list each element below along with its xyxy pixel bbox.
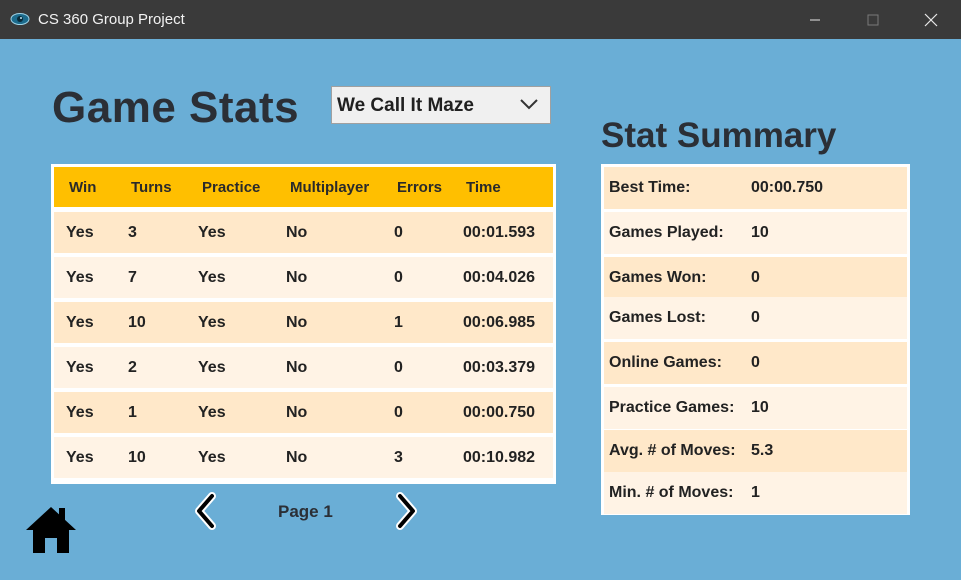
- cell-turns: 10: [128, 448, 146, 466]
- chevron-right-icon: [396, 492, 417, 530]
- cell-practice: Yes: [198, 448, 226, 466]
- cell-errors: 1: [394, 313, 403, 331]
- game-select-dropdown[interactable]: We Call It Maze: [331, 86, 551, 124]
- summary-label: Games Lost:: [609, 309, 706, 326]
- cell-errors: 0: [394, 268, 403, 286]
- header-practice: Practice: [202, 178, 261, 196]
- cell-errors: 0: [394, 403, 403, 421]
- table-row: Yes 10 Yes No 1 00:06.985: [54, 302, 553, 343]
- cell-win: Yes: [66, 313, 94, 331]
- cell-turns: 3: [128, 223, 137, 241]
- header-errors: Errors: [397, 178, 443, 196]
- summary-value: 1: [751, 484, 760, 501]
- summary-label: Games Won:: [609, 269, 707, 286]
- table-row: Yes 1 Yes No 0 00:00.750: [54, 392, 553, 433]
- cell-errors: 0: [394, 358, 403, 376]
- cell-multiplayer: No: [286, 403, 308, 421]
- summary-row-online-games: Online Games: 0: [604, 342, 907, 384]
- cell-time: 00:04.026: [463, 268, 536, 286]
- main-content: Game Stats We Call It Maze Win Turns Pra…: [0, 39, 961, 580]
- summary-row-min-moves: Min. # of Moves: 1: [604, 472, 907, 514]
- cell-time: 00:10.982: [463, 448, 536, 466]
- cell-turns: 7: [128, 268, 137, 286]
- summary-value: 00:00.750: [751, 179, 824, 196]
- summary-row-games-won: Games Won: 0: [604, 257, 907, 299]
- summary-label: Practice Games:: [609, 399, 735, 416]
- summary-row-practice-games: Practice Games: 10: [604, 387, 907, 429]
- cell-practice: Yes: [198, 268, 226, 286]
- game-select-value: We Call It Maze: [337, 95, 474, 116]
- home-icon: [26, 507, 76, 553]
- header-win: Win: [69, 178, 97, 196]
- cell-practice: Yes: [198, 358, 226, 376]
- cell-errors: 3: [394, 448, 403, 466]
- table-row: Yes 7 Yes No 0 00:04.026: [54, 257, 553, 298]
- cell-turns: 2: [128, 358, 137, 376]
- cell-turns: 10: [128, 313, 146, 331]
- cell-multiplayer: No: [286, 223, 308, 241]
- chevron-left-icon: [195, 492, 216, 530]
- next-page-button[interactable]: [388, 491, 422, 531]
- cell-practice: Yes: [198, 313, 226, 331]
- minimize-icon: [810, 19, 820, 20]
- summary-label: Best Time:: [609, 179, 691, 196]
- cell-practice: Yes: [198, 403, 226, 421]
- summary-row-best-time: Best Time: 00:00.750: [604, 167, 907, 209]
- page-indicator: Page 1: [278, 502, 333, 521]
- summary-label: Avg. # of Moves:: [609, 442, 736, 459]
- title-bar: CS 360 Group Project: [0, 0, 961, 39]
- summary-title: Stat Summary: [601, 116, 837, 155]
- table-header-row: Win Turns Practice Multiplayer Errors Ti…: [54, 167, 553, 207]
- summary-value: 5.3: [751, 442, 774, 459]
- cell-win: Yes: [66, 403, 94, 421]
- app-eye-icon: [10, 13, 30, 25]
- cell-time: 00:00.750: [463, 403, 536, 421]
- home-button[interactable]: [25, 504, 77, 556]
- table-row: Yes 3 Yes No 0 00:01.593: [54, 212, 553, 253]
- summary-label: Games Played:: [609, 224, 724, 241]
- cell-multiplayer: No: [286, 268, 308, 286]
- table-row: Yes 2 Yes No 0 00:03.379: [54, 347, 553, 388]
- cell-turns: 1: [128, 403, 137, 421]
- summary-value: 0: [751, 354, 760, 371]
- summary-row-games-played: Games Played: 10: [604, 212, 907, 254]
- minimize-button[interactable]: [786, 0, 844, 39]
- stat-summary-panel: Best Time: 00:00.750 Games Played: 10 Ga…: [601, 164, 910, 515]
- page-title: Game Stats: [52, 83, 300, 132]
- header-turns: Turns: [131, 178, 172, 196]
- summary-row-games-lost: Games Lost: 0: [604, 297, 907, 339]
- close-button[interactable]: [902, 0, 960, 39]
- cell-errors: 0: [394, 223, 403, 241]
- close-icon: [924, 13, 938, 26]
- header-multiplayer: Multiplayer: [290, 178, 370, 196]
- game-stats-table: Win Turns Practice Multiplayer Errors Ti…: [51, 164, 556, 484]
- chevron-down-icon: [520, 99, 538, 110]
- summary-value: 10: [751, 399, 769, 416]
- cell-multiplayer: No: [286, 313, 308, 331]
- cell-time: 00:06.985: [463, 313, 536, 331]
- cell-multiplayer: No: [286, 358, 308, 376]
- summary-value: 0: [751, 269, 760, 286]
- header-time: Time: [466, 178, 501, 196]
- window-title: CS 360 Group Project: [38, 11, 185, 28]
- maximize-button[interactable]: [844, 0, 902, 39]
- table-row: Yes 10 Yes No 3 00:10.982: [54, 437, 553, 478]
- summary-value: 10: [751, 224, 769, 241]
- cell-win: Yes: [66, 448, 94, 466]
- maximize-icon: [867, 14, 879, 25]
- cell-time: 00:01.593: [463, 223, 536, 241]
- summary-value: 0: [751, 309, 760, 326]
- previous-page-button[interactable]: [190, 491, 224, 531]
- cell-win: Yes: [66, 223, 94, 241]
- summary-row-avg-moves: Avg. # of Moves: 5.3: [604, 430, 907, 472]
- cell-practice: Yes: [198, 223, 226, 241]
- cell-win: Yes: [66, 268, 94, 286]
- summary-label: Min. # of Moves:: [609, 484, 734, 501]
- cell-win: Yes: [66, 358, 94, 376]
- summary-label: Online Games:: [609, 354, 722, 371]
- cell-time: 00:03.379: [463, 358, 536, 376]
- cell-multiplayer: No: [286, 448, 308, 466]
